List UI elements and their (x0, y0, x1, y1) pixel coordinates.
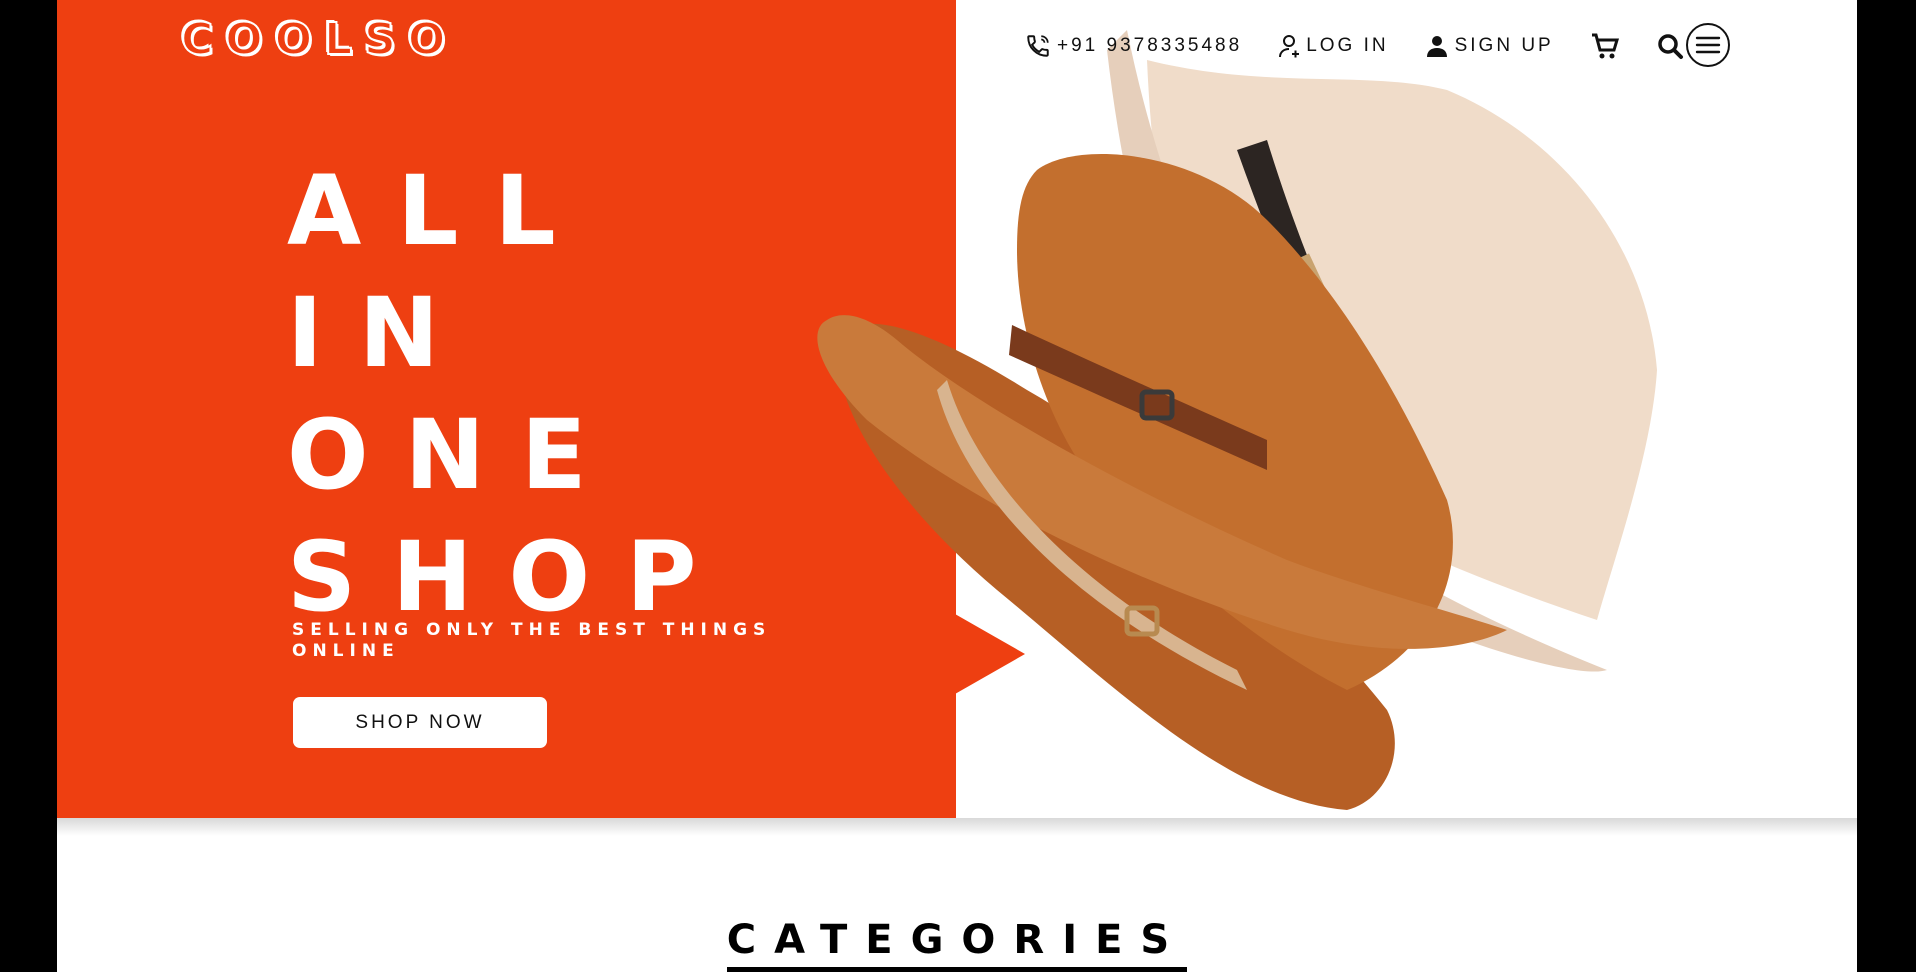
phone-contact[interactable]: +91 9378335488 (1025, 33, 1242, 59)
headline-line: ONE (287, 399, 623, 511)
cart-icon (1591, 33, 1619, 59)
login-link[interactable]: LOG IN (1278, 34, 1388, 58)
headline-line: IN (287, 277, 476, 389)
top-nav: +91 9378335488 LOG IN SIGN UP (1025, 26, 1684, 66)
cart-button[interactable] (1590, 31, 1620, 61)
hero-headline: ALL IN ONE SHOP (287, 150, 732, 638)
shop-now-button[interactable]: SHOP NOW (293, 697, 547, 748)
page: COOLSO +91 9378335488 LOG IN SIGN UP ALL… (57, 0, 1857, 972)
fedora-hats-image (817, 30, 1657, 810)
hamburger-menu-icon (1695, 36, 1721, 54)
phone-icon (1027, 35, 1049, 57)
search-button[interactable] (1656, 32, 1684, 60)
signup-link[interactable]: SIGN UP (1425, 34, 1554, 58)
brand-logo[interactable]: COOLSO (180, 13, 457, 66)
phone-number: +91 9378335488 (1057, 35, 1243, 56)
headline-line: ALL (287, 155, 592, 267)
login-label: LOG IN (1306, 35, 1389, 56)
login-user-icon (1279, 35, 1300, 58)
menu-button[interactable] (1686, 23, 1730, 67)
signup-user-icon (1426, 36, 1447, 57)
signup-label: SIGN UP (1454, 35, 1554, 56)
hero-tagline: SELLING ONLY THE BEST THINGS ONLINE (292, 620, 772, 661)
search-icon (1657, 34, 1683, 59)
categories-section: CATEGORIES (57, 915, 1857, 972)
categories-title: CATEGORIES (726, 915, 1188, 972)
